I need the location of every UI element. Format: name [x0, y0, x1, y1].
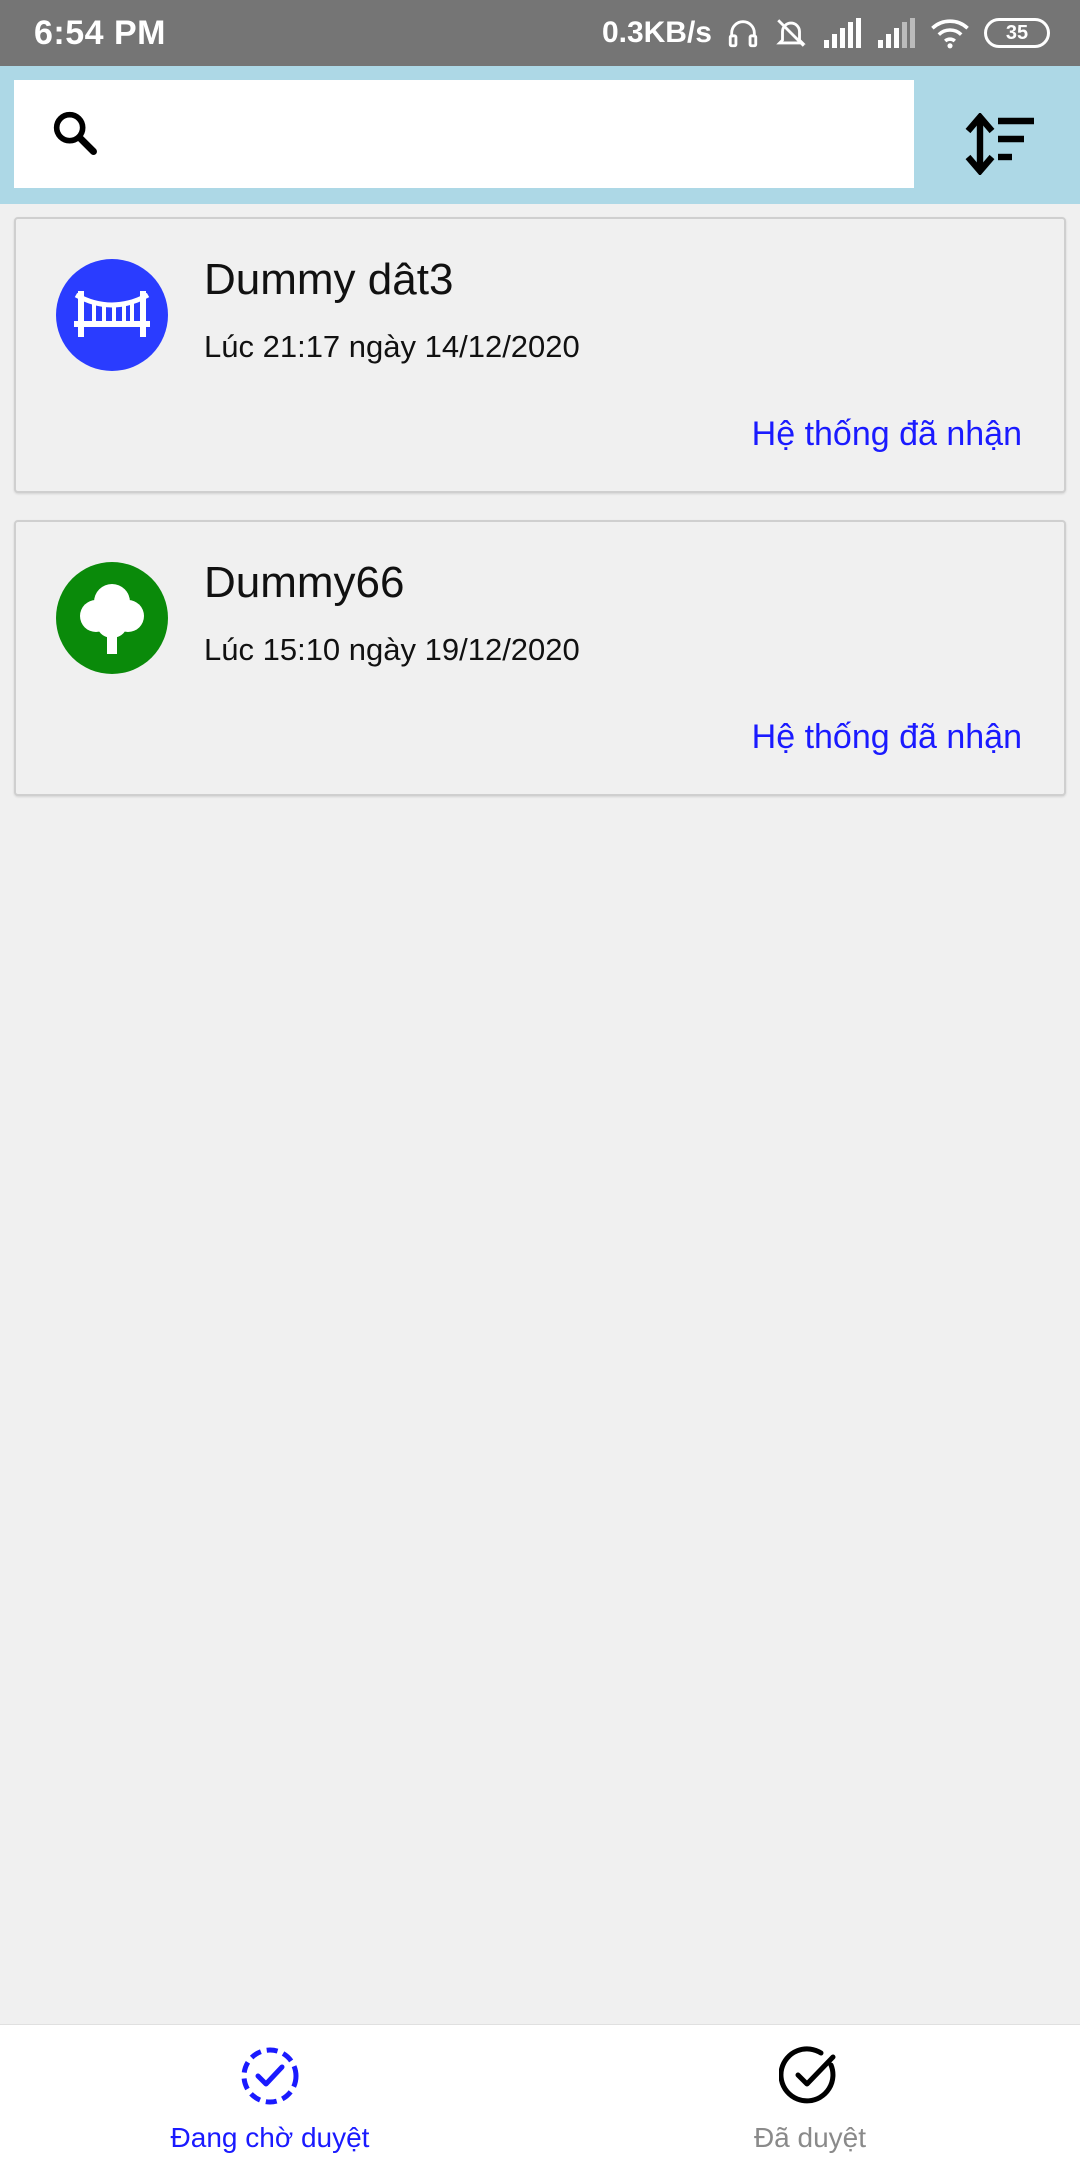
item-title: Dummy66 — [204, 558, 405, 607]
item-status: Hệ thống đã nhận — [751, 415, 1022, 453]
muted-bell-icon — [774, 16, 808, 50]
headphones-icon — [726, 16, 760, 50]
item-time: Lúc 15:10 ngày 19/12/2020 — [204, 632, 580, 667]
status-bar: 6:54 PM 0.3KB/s 35 — [0, 0, 1080, 66]
signal-icon — [822, 18, 862, 48]
search-header — [0, 66, 1080, 204]
bridge-icon — [56, 259, 168, 371]
list-item[interactable]: Dummy66 Lúc 15:10 ngày 19/12/2020 Hệ thố… — [14, 520, 1066, 796]
tree-icon — [56, 562, 168, 674]
tab-approved-label: Đã duyệt — [753, 2122, 867, 2153]
search-icon — [48, 106, 100, 163]
tab-pending-label: Đang chờ duyệt — [170, 2122, 370, 2153]
search-input[interactable] — [126, 94, 886, 174]
item-status: Hệ thống đã nhận — [751, 718, 1022, 756]
status-time: 6:54 PM — [34, 13, 166, 52]
tab-approved[interactable]: Đã duyệt — [540, 2025, 1080, 2160]
pending-check-icon — [239, 2045, 301, 2112]
sort-icon — [964, 111, 1036, 180]
status-icons: 0.3KB/s 35 — [602, 16, 1050, 50]
battery-icon: 35 — [984, 18, 1050, 48]
bottom-nav: Đang chờ duyệt Đã duyệt — [0, 2024, 1080, 2160]
sort-button[interactable] — [960, 106, 1040, 186]
item-time: Lúc 21:17 ngày 14/12/2020 — [204, 329, 580, 364]
network-speed: 0.3KB/s — [601, 16, 712, 49]
item-title: Dummy dât3 — [204, 255, 454, 304]
signal-icon — [876, 18, 916, 48]
wifi-icon — [930, 17, 970, 49]
app-root: 6:54 PM 0.3KB/s 35 Dummy dât3 Lúc 21:17 … — [0, 0, 1080, 2160]
tab-pending[interactable]: Đang chờ duyệt — [0, 2025, 540, 2160]
check-circle-icon — [778, 2045, 841, 2112]
search-bar[interactable] — [14, 80, 914, 188]
list-item[interactable]: Dummy dât3 Lúc 21:17 ngày 14/12/2020 Hệ … — [14, 217, 1066, 493]
